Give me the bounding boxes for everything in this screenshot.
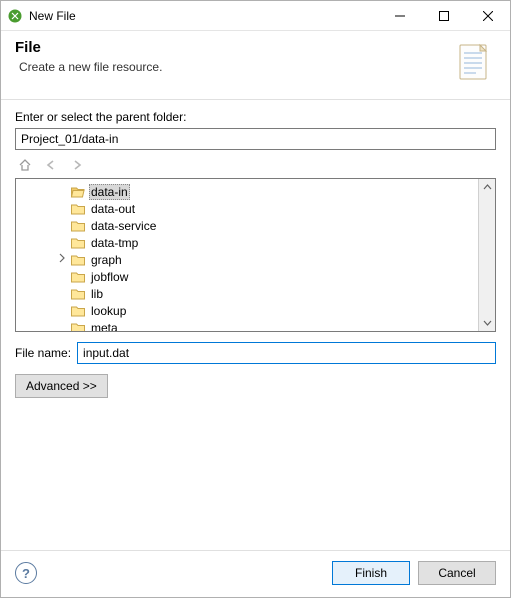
open-folder-icon [70,184,86,200]
folder-tree[interactable]: data-in data-out data-service data-tmp graph… [15,178,496,332]
new-file-dialog: New File File Create a new file resource… [0,0,511,598]
tree-item-label: jobflow [89,270,130,284]
forward-icon[interactable] [67,156,87,174]
parent-folder-input[interactable] [15,128,496,150]
window-title: New File [29,9,378,23]
back-icon[interactable] [41,156,61,174]
home-icon[interactable] [15,156,35,174]
cancel-button[interactable]: Cancel [418,561,496,585]
tree-item[interactable]: data-in [18,183,476,200]
advanced-button[interactable]: Advanced >> [15,374,108,398]
titlebar: New File [1,1,510,31]
expand-toggle[interactable] [54,253,70,266]
file-name-label: File name: [15,346,71,360]
tree-item[interactable]: data-service [18,217,476,234]
folder-icon [70,269,86,285]
tree-item[interactable]: lookup [18,302,476,319]
folder-icon [70,235,86,251]
wizard-header: File Create a new file resource. [1,31,510,100]
scroll-up-icon[interactable] [479,179,495,196]
scroll-down-icon[interactable] [479,314,495,331]
tree-item[interactable]: graph [18,251,476,268]
help-icon[interactable]: ? [15,562,37,584]
tree-nav-toolbar [15,156,496,174]
file-name-input[interactable] [77,342,496,364]
page-title: File [15,39,448,56]
tree-item[interactable]: data-tmp [18,234,476,251]
tree-item-label: data-out [89,202,137,216]
tree-item-label: meta [89,321,120,332]
tree-item-label: data-service [89,219,158,233]
folder-icon [70,252,86,268]
folder-icon [70,201,86,217]
folder-icon [70,218,86,234]
maximize-button[interactable] [422,1,466,30]
tree-item-label: data-in [89,184,130,200]
page-subtitle: Create a new file resource. [15,60,448,74]
tree-item[interactable]: jobflow [18,268,476,285]
app-icon [1,8,29,24]
wizard-page-icon [448,39,496,87]
folder-icon [70,320,86,332]
close-button[interactable] [466,1,510,30]
folder-icon [70,303,86,319]
finish-button[interactable]: Finish [332,561,410,585]
tree-scrollbar[interactable] [478,179,495,331]
tree-item-label: graph [89,253,124,267]
tree-item[interactable]: lib [18,285,476,302]
folder-icon [70,286,86,302]
tree-item[interactable]: meta [18,319,476,331]
scroll-track[interactable] [479,196,495,314]
parent-folder-label: Enter or select the parent folder: [15,110,496,124]
tree-item-label: lib [89,287,105,301]
tree-item-label: data-tmp [89,236,140,250]
tree-item-label: lookup [89,304,128,318]
minimize-button[interactable] [378,1,422,30]
dialog-footer: ? Finish Cancel [1,550,510,597]
tree-item[interactable]: data-out [18,200,476,217]
